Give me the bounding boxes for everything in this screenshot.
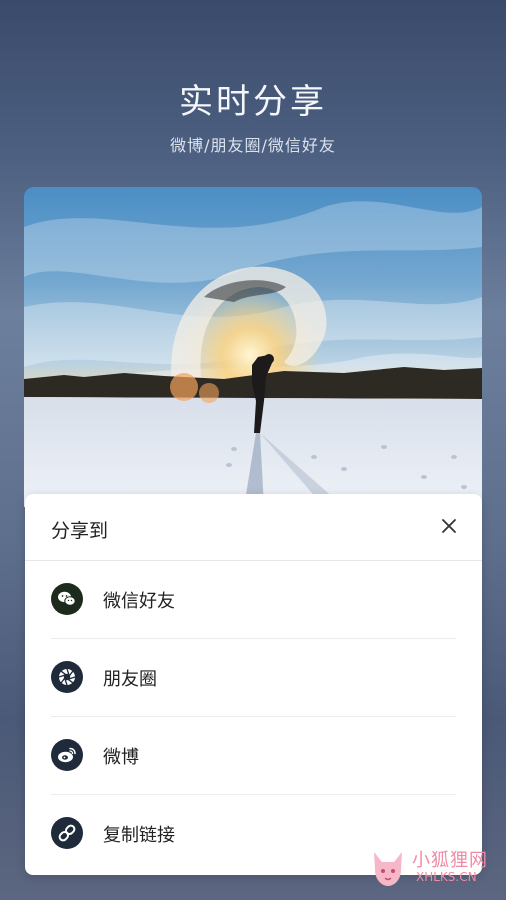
fox-logo-icon: [374, 852, 402, 886]
weibo-icon: [51, 739, 83, 771]
moments-icon: [51, 661, 83, 693]
share-option-label: 复制链接: [103, 825, 175, 846]
share-option-moments[interactable]: 朋友圈: [51, 639, 456, 717]
share-sheet: 分享到 微信好友 朋友圈 微博 复制链接: [25, 494, 482, 875]
share-option-weibo[interactable]: 微博: [51, 717, 456, 795]
close-icon: [442, 519, 456, 533]
close-button[interactable]: [434, 511, 464, 541]
page-subtitle: 微博/朋友圈/微信好友: [170, 136, 336, 155]
page-title: 实时分享: [179, 82, 327, 122]
share-option-wechat-friends[interactable]: 微信好友: [51, 561, 456, 639]
share-option-label: 朋友圈: [103, 669, 157, 690]
link-icon: [51, 817, 83, 849]
hero-photo: [24, 187, 482, 507]
page-header: 实时分享 微博/朋友圈/微信好友: [0, 0, 506, 180]
watermark: 小狐狸网 XHLKS.CN: [368, 846, 498, 892]
share-option-label: 微博: [103, 747, 139, 768]
share-sheet-title: 分享到: [51, 520, 109, 542]
share-option-label: 微信好友: [103, 591, 175, 612]
share-sheet-header: 分享到: [25, 494, 482, 561]
watermark-domain: XHLKS.CN: [416, 870, 477, 884]
snow-scene-illustration: [24, 201, 482, 507]
watermark-text: 小狐狸网: [412, 850, 488, 871]
wechat-icon: [51, 583, 83, 615]
